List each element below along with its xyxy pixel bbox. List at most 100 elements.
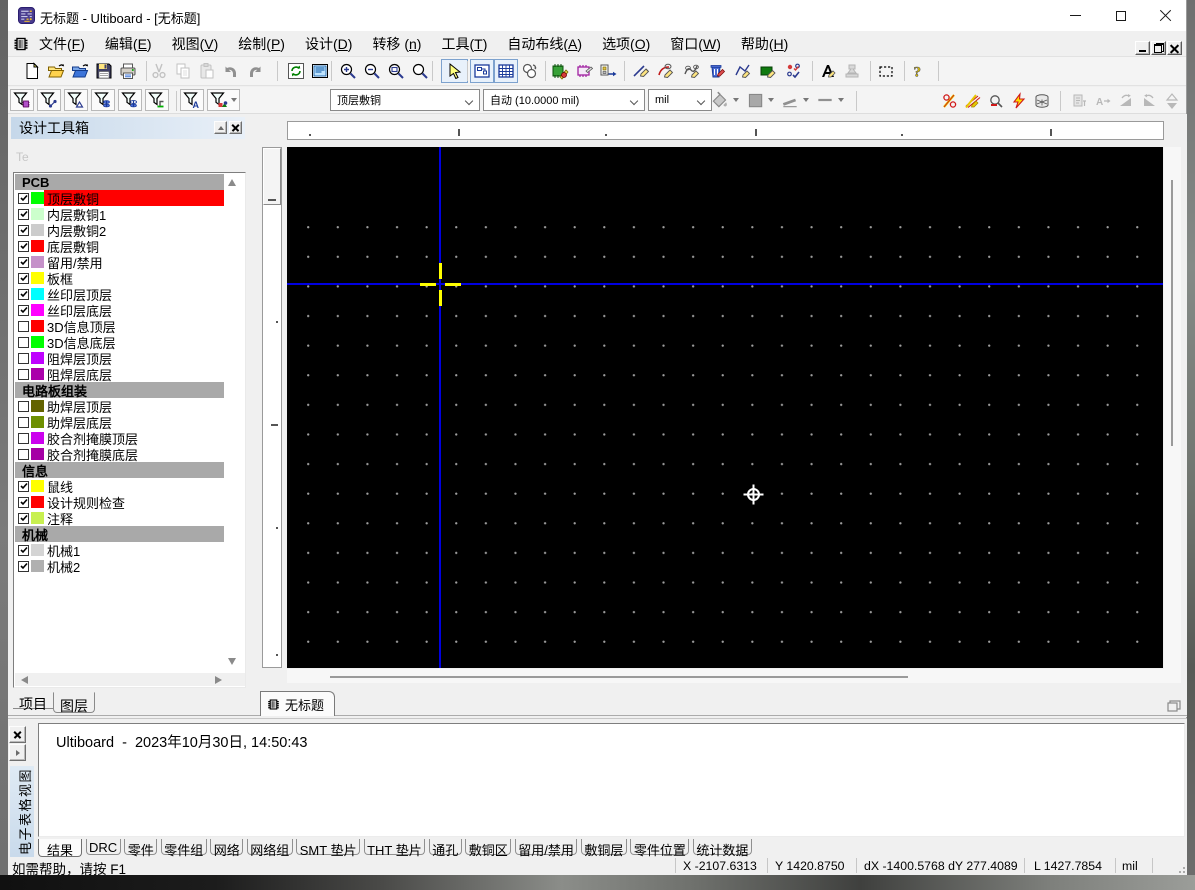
menu-视图V[interactable]: 视图(V): [162, 31, 229, 56]
grid-toggle-button[interactable]: [494, 59, 518, 83]
toolbox-tab-图层[interactable]: 图层: [53, 692, 95, 713]
checkbox-checked[interactable]: [18, 241, 29, 252]
scroll-left-icon[interactable]: [21, 676, 28, 684]
filter-shapes-button[interactable]: [64, 89, 88, 111]
filter-traces-button[interactable]: [37, 89, 61, 111]
full-screen-button[interactable]: [308, 59, 332, 83]
checkbox-checked[interactable]: [18, 545, 29, 556]
menu-工具T[interactable]: 工具(T): [431, 31, 497, 56]
help-button[interactable]: [906, 59, 930, 83]
checkbox-checked[interactable]: [18, 273, 29, 284]
checkbox-checked[interactable]: [18, 481, 29, 492]
resize-grip[interactable]: [1175, 863, 1185, 873]
checkbox-unchecked[interactable]: [18, 449, 29, 460]
minimize-button[interactable]: [1053, 0, 1098, 31]
design-check-button[interactable]: [781, 59, 807, 83]
draw-arc-button[interactable]: [654, 59, 680, 83]
document-icon[interactable]: [13, 36, 29, 52]
filter-traces-layer-button[interactable]: [145, 89, 169, 111]
checkbox-checked[interactable]: [18, 289, 29, 300]
spreadsheet-tab-敷铜层[interactable]: 敷铜层: [581, 839, 627, 855]
net-rules-button[interactable]: [938, 89, 961, 113]
scroll-down-icon[interactable]: [228, 658, 236, 665]
menu-文件F[interactable]: 文件(F): [29, 31, 95, 56]
menu-转移 n[interactable]: 转移 (n): [362, 31, 431, 56]
copy-button[interactable]: [171, 59, 195, 83]
spreadsheet-tab-通孔[interactable]: 通孔: [429, 839, 462, 855]
canvas-hscrollbar[interactable]: [287, 669, 1164, 683]
menu-窗口W[interactable]: 窗口(W): [660, 31, 731, 56]
print-button[interactable]: [116, 59, 140, 83]
checkbox-checked[interactable]: [18, 513, 29, 524]
swatch-color-button[interactable]: [745, 90, 774, 110]
spreadsheet-tab-零件位置[interactable]: 零件位置: [630, 839, 689, 855]
spreadsheet-tab-THT 垫片[interactable]: THT 垫片: [364, 839, 426, 855]
checkbox-unchecked[interactable]: [18, 337, 29, 348]
zoom-in-button[interactable]: [336, 59, 360, 83]
spreadsheet-close-button[interactable]: [9, 726, 26, 743]
draw-polygon-button[interactable]: [756, 59, 782, 83]
rotate-cw-button[interactable]: [1114, 89, 1137, 113]
refresh-button[interactable]: [284, 59, 308, 83]
spreadsheet-expand-button[interactable]: [9, 744, 26, 761]
toolbox-close-button[interactable]: [229, 121, 242, 134]
line-width-button[interactable]: [780, 90, 809, 110]
menu-选项O[interactable]: 选项(O): [592, 31, 660, 56]
toolbox-collapse-button[interactable]: [214, 121, 227, 134]
checkbox-unchecked[interactable]: [18, 433, 29, 444]
document-tab[interactable]: 无标题: [260, 691, 335, 716]
ratsnest-button[interactable]: [518, 59, 542, 83]
part-wizard-button[interactable]: [548, 59, 572, 83]
zoom-full-button[interactable]: [408, 59, 432, 83]
net-shield-button[interactable]: [1030, 89, 1053, 113]
ruler-origin-box[interactable]: [263, 148, 281, 205]
save-button[interactable]: [92, 59, 116, 83]
text-tool-button[interactable]: [816, 59, 840, 83]
draw-polyline-button[interactable]: [730, 59, 756, 83]
checkbox-unchecked[interactable]: [18, 369, 29, 380]
trace-rules-button[interactable]: [961, 89, 984, 113]
spreadsheet-tab-网络组[interactable]: 网络组: [247, 839, 293, 855]
checkbox-checked[interactable]: [18, 209, 29, 220]
menu-设计D[interactable]: 设计(D): [295, 31, 362, 56]
checkbox-unchecked[interactable]: [18, 401, 29, 412]
checkbox-checked[interactable]: [18, 497, 29, 508]
layer-list-hscrollbar[interactable]: [15, 673, 246, 686]
layer-select[interactable]: 顶层敷铜: [330, 89, 480, 111]
flip-vertical-button[interactable]: [1160, 89, 1183, 113]
spreadsheet-tab-SMT 垫片[interactable]: SMT 垫片: [296, 839, 360, 855]
place-part-button[interactable]: [596, 59, 620, 83]
spreadsheet-tab-留用/禁用[interactable]: 留用/禁用: [515, 839, 578, 855]
spreadsheet-tab-网络[interactable]: 网络: [210, 839, 243, 855]
unit-select[interactable]: mil: [648, 89, 712, 111]
cut-button[interactable]: [147, 59, 171, 83]
checkbox-unchecked[interactable]: [18, 353, 29, 364]
scroll-up-icon[interactable]: [228, 179, 236, 186]
drc-check-button[interactable]: [984, 89, 1007, 113]
line-style-button[interactable]: [815, 90, 844, 110]
paste-special-button[interactable]: [1068, 89, 1091, 113]
spreadsheet-tab-零件组[interactable]: 零件组: [161, 839, 207, 855]
fill-color-button[interactable]: [710, 90, 739, 110]
menu-自动布线A[interactable]: 自动布线(A): [497, 31, 592, 56]
zoom-window-button[interactable]: [384, 59, 408, 83]
menu-编辑E[interactable]: 编辑(E): [95, 31, 162, 56]
pcb-view-button[interactable]: [470, 59, 494, 83]
stamp-button[interactable]: [840, 59, 864, 83]
checkbox-checked[interactable]: [18, 561, 29, 572]
spreadsheet-tab-敷铜区[interactable]: 敷铜区: [465, 839, 511, 855]
open-file-button[interactable]: [44, 59, 68, 83]
scroll-right-icon[interactable]: [215, 676, 222, 684]
package-editor-button[interactable]: [572, 59, 596, 83]
filter-text-button[interactable]: [180, 89, 204, 111]
zoom-out-button[interactable]: [360, 59, 384, 83]
draw-line-button[interactable]: [628, 59, 654, 83]
delete-tool-button[interactable]: [705, 59, 731, 83]
close-button[interactable]: [1143, 0, 1188, 31]
paste-button[interactable]: [195, 59, 219, 83]
mdi-restore-button[interactable]: [1151, 41, 1166, 55]
redo-button[interactable]: [243, 59, 267, 83]
grid-select[interactable]: 自动 (10.0000 mil): [483, 89, 645, 111]
filter-parts-button[interactable]: [10, 89, 34, 111]
open-samples-button[interactable]: [68, 59, 92, 83]
